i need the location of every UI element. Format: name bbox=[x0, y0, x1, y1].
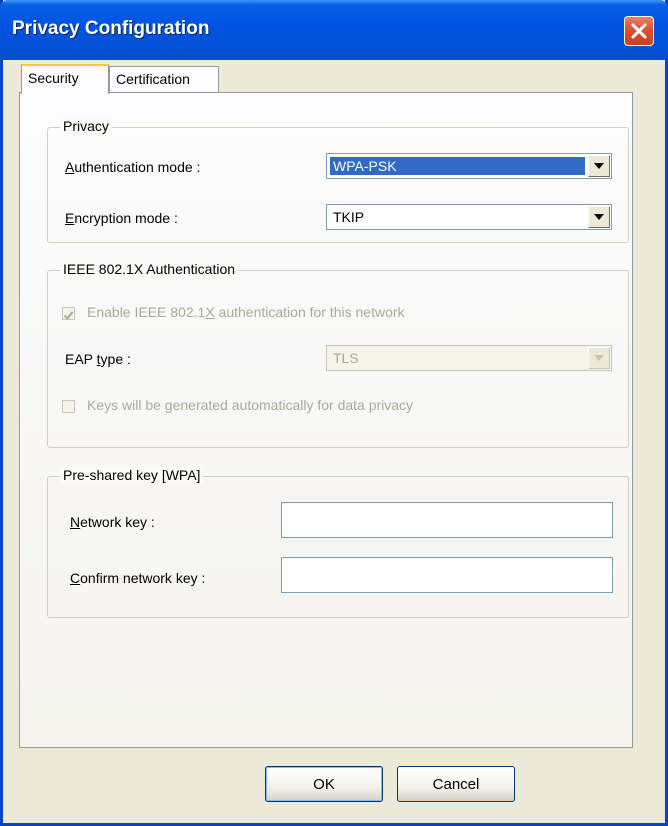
eap-type-label: EAP type : bbox=[65, 351, 131, 367]
chevron-down-icon bbox=[594, 163, 604, 169]
eap-type-dropdown[interactable]: TLS bbox=[326, 345, 612, 371]
ok-button[interactable]: OK bbox=[265, 766, 383, 802]
ieee-8021x-group-legend: IEEE 802.1X Authentication bbox=[60, 261, 239, 277]
pre-shared-key-group: Pre-shared key [WPA] Network key : Confi… bbox=[47, 467, 629, 618]
privacy-group: Privacy Authentication mode : WPA-PSK En… bbox=[47, 118, 629, 243]
eap-type-dropdown-button[interactable] bbox=[588, 347, 610, 369]
privacy-configuration-window: Privacy Configuration Security Certifica… bbox=[0, 0, 668, 826]
authentication-mode-value: WPA-PSK bbox=[330, 157, 585, 175]
chevron-down-icon bbox=[594, 355, 604, 361]
title-bar[interactable]: Privacy Configuration bbox=[0, 0, 668, 60]
auto-keys-checkbox[interactable] bbox=[62, 400, 75, 413]
chevron-down-icon bbox=[594, 214, 604, 220]
authentication-mode-dropdown-button[interactable] bbox=[588, 155, 610, 177]
encryption-mode-dropdown[interactable]: TKIP bbox=[326, 204, 612, 230]
window-title: Privacy Configuration bbox=[12, 18, 210, 39]
encryption-mode-value: TKIP bbox=[333, 209, 365, 225]
authentication-mode-label: Authentication mode : bbox=[65, 159, 201, 175]
pre-shared-key-group-legend: Pre-shared key [WPA] bbox=[60, 467, 204, 483]
confirm-network-key-label: Confirm network key : bbox=[70, 570, 206, 586]
close-button[interactable] bbox=[624, 16, 654, 46]
security-tab-panel: Privacy Authentication mode : WPA-PSK En… bbox=[19, 92, 633, 748]
network-key-label: Network key : bbox=[70, 514, 155, 530]
privacy-group-legend: Privacy bbox=[60, 118, 112, 134]
tab-security[interactable]: Security bbox=[21, 64, 109, 94]
tab-security-label: Security bbox=[28, 70, 79, 86]
cancel-button[interactable]: Cancel bbox=[397, 766, 515, 802]
auto-keys-label: Keys will be generated automatically for… bbox=[87, 397, 414, 413]
enable-8021x-label: Enable IEEE 802.1X authentication for th… bbox=[87, 304, 405, 320]
authentication-mode-dropdown[interactable]: WPA-PSK bbox=[326, 153, 612, 179]
tab-certification[interactable]: Certification bbox=[109, 66, 219, 92]
encryption-mode-label: Encryption mode : bbox=[65, 210, 178, 226]
network-key-input[interactable] bbox=[281, 502, 613, 538]
enable-8021x-checkbox[interactable] bbox=[62, 307, 75, 321]
eap-type-value: TLS bbox=[333, 350, 359, 366]
tab-certification-label: Certification bbox=[116, 71, 190, 87]
confirm-network-key-input[interactable] bbox=[281, 557, 613, 593]
close-icon bbox=[631, 23, 647, 39]
checkmark-icon bbox=[63, 311, 74, 321]
encryption-mode-dropdown-button[interactable] bbox=[588, 206, 610, 228]
ieee-8021x-group: IEEE 802.1X Authentication Enable IEEE 8… bbox=[47, 261, 629, 448]
